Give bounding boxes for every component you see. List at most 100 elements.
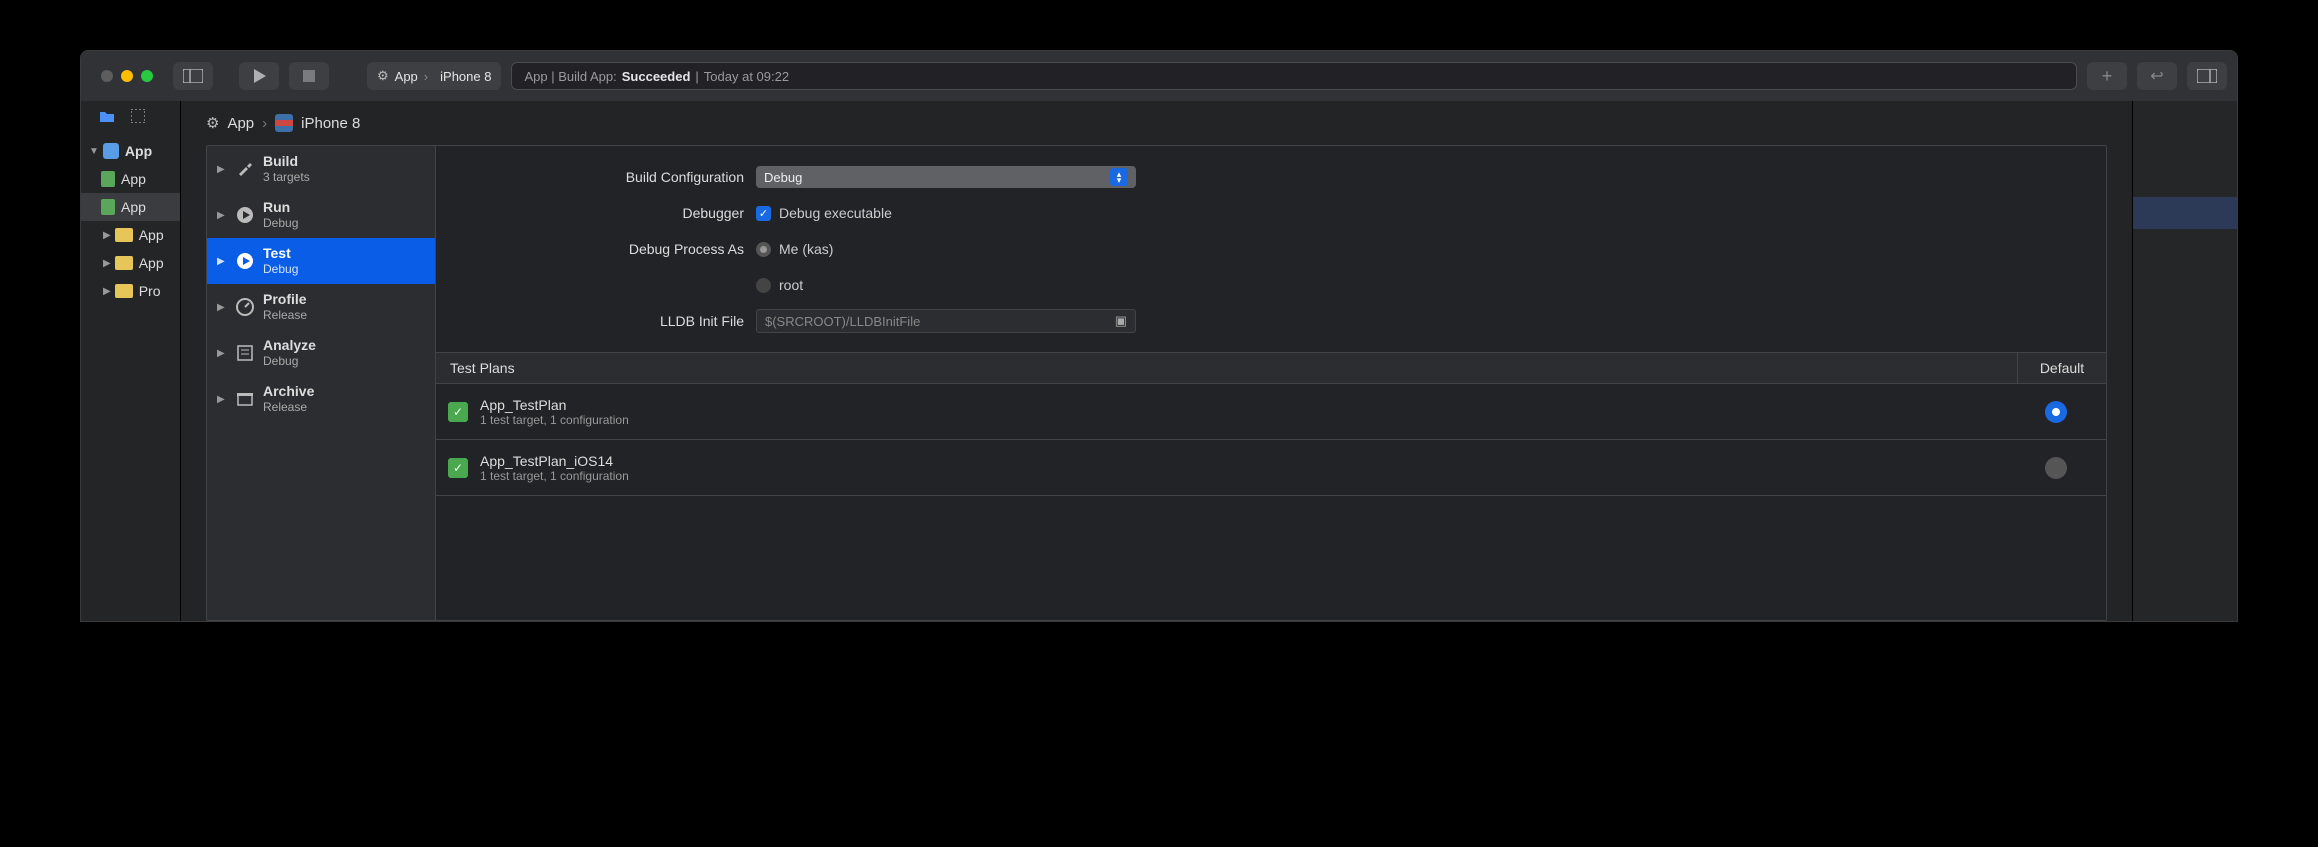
disclosure-open-icon[interactable]: ▼: [89, 146, 99, 157]
breadcrumb: ⚙︎ App › iPhone 8: [181, 101, 2132, 145]
project-tree: ▼ App App App ▶ App ▶: [81, 131, 180, 305]
sidebar-icon: [183, 69, 203, 83]
crumb-target[interactable]: App: [227, 115, 254, 132]
navigator-panel: ▼ App App App ▶ App ▶: [81, 101, 181, 621]
activity-viewer[interactable]: App | Build App: Succeeded | Today at 09…: [511, 62, 2077, 90]
scheme-action-build[interactable]: ▶ Build3 targets: [207, 146, 435, 192]
scheme-action-run[interactable]: ▶ RunDebug: [207, 192, 435, 238]
lldb-placeholder: $(SRCROOT)/LLDBInitFile: [765, 314, 920, 329]
code-review-button[interactable]: ↩︎: [2137, 62, 2177, 90]
toggle-navigator-button[interactable]: [173, 62, 213, 90]
play-circle-icon: [233, 206, 257, 224]
crumb-device[interactable]: iPhone 8: [301, 115, 360, 132]
disclosure-closed-icon[interactable]: ▶: [217, 210, 227, 221]
action-subtitle: 3 targets: [263, 170, 310, 184]
tree-item[interactable]: ▶ App: [81, 249, 180, 277]
test-plan-icon: ✓: [448, 402, 468, 422]
action-subtitle: Debug: [263, 262, 298, 276]
action-title: Archive: [263, 383, 314, 400]
debug-as-root-radio[interactable]: [756, 278, 771, 293]
run-button[interactable]: [239, 62, 279, 90]
action-title: Build: [263, 153, 310, 170]
folder-icon: [115, 284, 133, 298]
disclosure-closed-icon[interactable]: ▶: [217, 256, 227, 267]
build-config-label: Build Configuration: [456, 169, 756, 185]
scheme-action-test[interactable]: ▶ TestDebug: [207, 238, 435, 284]
scheme-app-icon: ⚙︎: [377, 68, 389, 84]
lldb-init-file-input[interactable]: $(SRCROOT)/LLDBInitFile ▣: [756, 309, 1136, 333]
close-window-button[interactable]: [101, 70, 113, 82]
test-plan-row[interactable]: ✓ App_TestPlan_iOS14 1 test target, 1 co…: [436, 440, 2106, 496]
tree-label: App: [121, 171, 146, 187]
play-icon: [252, 69, 266, 83]
tree-item[interactable]: App: [81, 165, 180, 193]
disclosure-closed-icon[interactable]: ▶: [217, 302, 227, 313]
project-navigator-tab-icon[interactable]: [99, 110, 115, 122]
plus-icon: +: [2102, 66, 2113, 87]
scheme-action-analyze[interactable]: ▶ AnalyzeDebug: [207, 330, 435, 376]
navigator-tabs: [81, 101, 180, 131]
disclosure-closed-icon[interactable]: ▶: [103, 258, 111, 269]
scheme-action-archive[interactable]: ▶ ArchiveRelease: [207, 376, 435, 422]
test-options-form: Build Configuration Debug ▴▾ Debugger: [436, 146, 2106, 352]
minimize-window-button[interactable]: [121, 70, 133, 82]
scheme-app-label: App: [395, 69, 418, 84]
issues-navigator-tab-icon[interactable]: [131, 109, 145, 123]
select-caret-icon: ▴▾: [1110, 168, 1128, 186]
stop-button[interactable]: [289, 62, 329, 90]
library-button[interactable]: +: [2087, 62, 2127, 90]
scheme-device-label: iPhone 8: [440, 69, 491, 84]
default-radio[interactable]: [2045, 457, 2067, 479]
scheme-action-list: ▶ Build3 targets ▶ RunDebug ▶ Tes: [207, 146, 436, 620]
toggle-inspector-button[interactable]: [2187, 62, 2227, 90]
build-config-value: Debug: [764, 170, 802, 185]
scheme-action-profile[interactable]: ▶ ProfileRelease: [207, 284, 435, 330]
tree-label: App: [125, 143, 152, 159]
scheme-selector[interactable]: ⚙︎ App › iPhone 8: [367, 62, 501, 90]
plan-name: App_TestPlan: [480, 397, 2018, 413]
test-plan-icon: ✓: [448, 458, 468, 478]
disclosure-closed-icon[interactable]: ▶: [217, 394, 227, 405]
disclosure-closed-icon[interactable]: ▶: [103, 230, 111, 241]
plan-subtitle: 1 test target, 1 configuration: [480, 469, 2018, 483]
scheme-atom-icon: ⚙︎: [206, 114, 219, 132]
window-controls: [101, 70, 153, 82]
default-radio-selected[interactable]: [2045, 401, 2067, 423]
tree-item[interactable]: ▶ Pro: [81, 277, 180, 305]
debug-executable-checkbox[interactable]: ✓: [756, 206, 771, 221]
xcode-window: ⚙︎ App › iPhone 8 App | Build App: Succe…: [80, 50, 2238, 622]
action-title: Profile: [263, 291, 307, 308]
action-subtitle: Debug: [263, 216, 298, 230]
folder-icon: [115, 256, 133, 270]
test-plans-col: Test Plans: [436, 353, 2018, 383]
test-plan-row[interactable]: ✓ App_TestPlan 1 test target, 1 configur…: [436, 384, 2106, 440]
stop-icon: [303, 70, 315, 82]
debug-as-me-radio[interactable]: [756, 242, 771, 257]
activity-prefix: App | Build App:: [524, 69, 616, 84]
debug-as-me-label: Me (kas): [779, 241, 833, 257]
action-title: Test: [263, 245, 298, 262]
build-config-select[interactable]: Debug ▴▾: [756, 166, 1136, 188]
debug-as-root-label: root: [779, 277, 803, 293]
archive-icon: [233, 390, 257, 408]
chevron-right-icon: ›: [262, 115, 267, 132]
inspector-panel: [2132, 101, 2237, 621]
disclosure-closed-icon[interactable]: ▶: [217, 348, 227, 359]
zoom-window-button[interactable]: [141, 70, 153, 82]
activity-separator: |: [695, 69, 698, 84]
tree-item-selected[interactable]: App: [81, 193, 180, 221]
disclosure-closed-icon[interactable]: ▶: [217, 164, 227, 175]
inspector-selection-highlight: [2133, 197, 2237, 229]
file-icon: [101, 199, 115, 215]
activity-time: Today at 09:22: [704, 69, 789, 84]
folder-icon: [115, 228, 133, 242]
tree-root[interactable]: ▼ App: [81, 137, 180, 165]
folder-picker-icon[interactable]: ▣: [1115, 313, 1127, 329]
activity-status: Succeeded: [622, 69, 691, 84]
test-action-detail: Build Configuration Debug ▴▾ Debugger: [436, 146, 2106, 620]
disclosure-closed-icon[interactable]: ▶: [103, 286, 111, 297]
tree-item[interactable]: ▶ App: [81, 221, 180, 249]
scheme-editor: ▶ Build3 targets ▶ RunDebug ▶ Tes: [181, 145, 2132, 621]
editor-area: ⚙︎ App › iPhone 8 ▶ Build3 targets: [181, 101, 2132, 621]
chevron-right-icon: ›: [424, 69, 428, 84]
